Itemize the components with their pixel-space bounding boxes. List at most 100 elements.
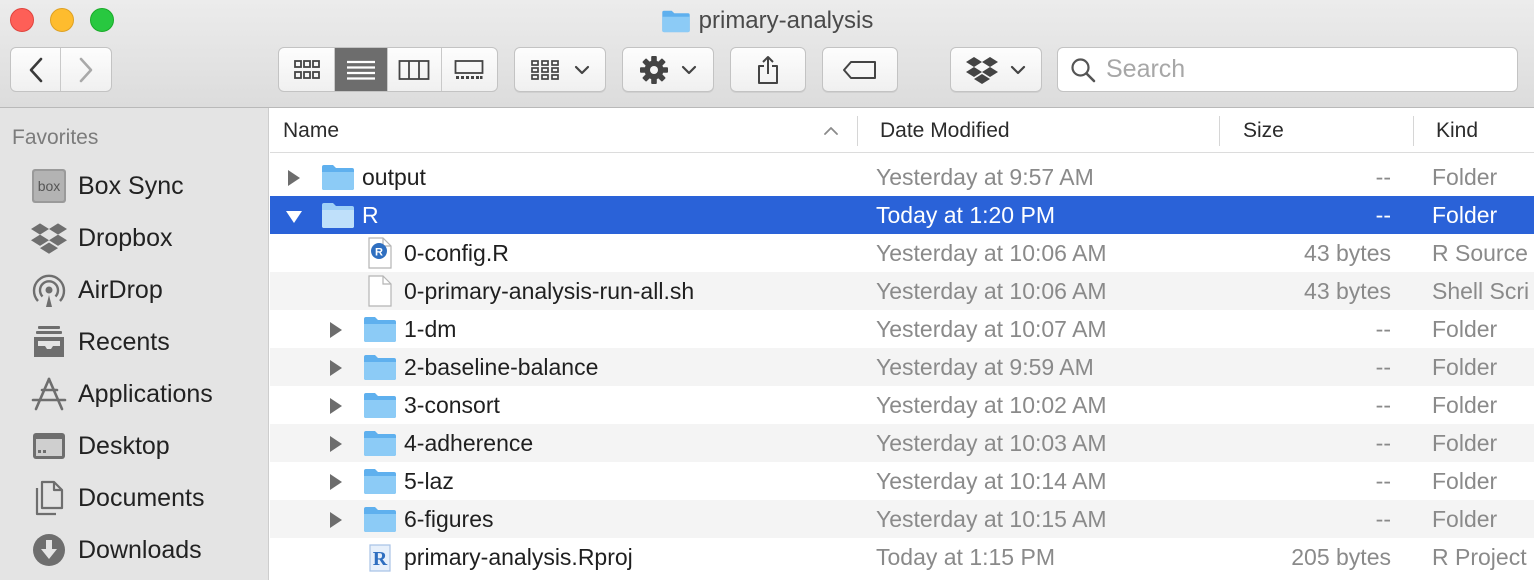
date-modified: Today at 1:15 PM xyxy=(876,544,1055,570)
tag-icon xyxy=(843,60,876,79)
sidebar-item-documents[interactable]: Documents xyxy=(0,472,268,524)
search-input[interactable] xyxy=(1106,55,1506,84)
chevron-down-icon xyxy=(681,65,697,74)
back-button[interactable] xyxy=(11,48,62,91)
tags-button[interactable] xyxy=(822,47,898,92)
disclosure-triangle-closed-icon[interactable] xyxy=(326,319,346,339)
date-modified: Yesterday at 9:59 AM xyxy=(876,354,1094,380)
file-size: 43 bytes xyxy=(1304,240,1391,266)
disclosure-triangle-closed-icon[interactable] xyxy=(326,433,346,453)
file-name: 4-adherence xyxy=(404,430,534,456)
column-header-name[interactable]: Name xyxy=(283,108,339,153)
action-menu-button[interactable] xyxy=(622,47,714,92)
folder-icon xyxy=(363,353,397,381)
share-icon xyxy=(758,55,778,84)
file-name: 3-consort xyxy=(404,392,500,418)
file-kind: Folder xyxy=(1432,392,1498,418)
desktop-icon xyxy=(27,426,71,466)
sidebar-item-recents[interactable]: Recents xyxy=(0,316,268,368)
folder-icon xyxy=(321,163,355,191)
file-size: 205 bytes xyxy=(1291,544,1391,570)
column-header-row: Name Date Modified Size Kind xyxy=(270,108,1534,153)
disclosure-triangle-closed-icon[interactable] xyxy=(326,509,346,529)
sidebar-item-label: Desktop xyxy=(78,431,170,460)
dropbox-menu-button[interactable] xyxy=(950,47,1042,92)
file-kind: Folder xyxy=(1432,354,1498,380)
file-kind: Folder xyxy=(1432,430,1498,456)
sort-ascending-icon xyxy=(824,127,838,135)
sidebar-item-desktop[interactable]: Desktop xyxy=(0,420,268,472)
disclosure-triangle-closed-icon[interactable] xyxy=(326,471,346,491)
date-modified: Yesterday at 10:02 AM xyxy=(876,392,1107,418)
disclosure-triangle-closed-icon[interactable] xyxy=(326,357,346,377)
sidebar-item-box-sync[interactable]: box Box Sync xyxy=(0,160,268,212)
folder-icon xyxy=(363,429,397,457)
folder-row[interactable]: 5-laz Yesterday at 10:14 AM -- Folder xyxy=(270,462,1534,500)
sidebar-item-applications[interactable]: Applications xyxy=(0,368,268,420)
folder-row[interactable]: 3-consort Yesterday at 10:02 AM -- Folder xyxy=(270,386,1534,424)
sidebar-item-airdrop[interactable]: AirDrop xyxy=(0,264,268,316)
window-title-text: primary-analysis xyxy=(698,7,874,34)
file-name: 2-baseline-balance xyxy=(404,354,599,380)
search-field[interactable] xyxy=(1057,47,1518,92)
file-name: 0-config.R xyxy=(404,240,509,266)
applications-icon xyxy=(27,374,71,414)
date-modified: Yesterday at 10:06 AM xyxy=(876,278,1107,304)
chevron-left-icon xyxy=(29,57,42,82)
file-row[interactable]: 0-primary-analysis-run-all.sh Yesterday a… xyxy=(270,272,1534,310)
sidebar-item-label: Documents xyxy=(78,483,205,512)
folder-row[interactable]: 6-figures Yesterday at 10:15 AM -- Folder xyxy=(270,500,1534,538)
column-view-button[interactable] xyxy=(388,48,442,91)
sidebar-item-downloads[interactable]: Downloads xyxy=(0,524,268,576)
sidebar-item-label: Box Sync xyxy=(78,171,184,200)
file-name: 0-primary-analysis-run-all.sh xyxy=(404,278,695,304)
downloads-icon xyxy=(27,530,71,570)
file-kind: R Project xyxy=(1432,544,1527,570)
column-divider[interactable] xyxy=(1219,116,1220,146)
folder-row[interactable]: 1-dm Yesterday at 10:07 AM -- Folder xyxy=(270,310,1534,348)
list-view-button[interactable] xyxy=(335,48,388,91)
folder-icon xyxy=(661,9,691,42)
list-view-icon xyxy=(347,60,376,80)
disclosure-triangle-closed-icon[interactable] xyxy=(284,167,304,187)
share-button[interactable] xyxy=(730,47,806,92)
sidebar-item-label: Dropbox xyxy=(78,223,173,252)
file-name: 6-figures xyxy=(404,506,494,532)
file-size: -- xyxy=(1375,468,1391,494)
dropbox-icon xyxy=(966,56,998,84)
folder-row[interactable]: R Today at 1:20 PM -- Folder xyxy=(270,196,1534,234)
folder-icon xyxy=(363,315,397,343)
icon-view-button[interactable] xyxy=(279,48,336,91)
window-toolbar: primary-analysis xyxy=(0,0,1534,108)
folder-row[interactable]: 2-baseline-balance Yesterday at 9:59 AM --… xyxy=(270,348,1534,386)
file-size: -- xyxy=(1375,506,1391,532)
column-header-date-modified[interactable]: Date Modified xyxy=(880,108,1010,153)
column-header-size[interactable]: Size xyxy=(1243,108,1284,153)
column-divider[interactable] xyxy=(1413,116,1414,146)
icon-view-icon xyxy=(293,59,320,79)
gallery-view-button[interactable] xyxy=(442,48,497,91)
file-size: -- xyxy=(1375,202,1391,228)
disclosure-triangle-closed-icon[interactable] xyxy=(326,395,346,415)
sidebar-item-label: AirDrop xyxy=(78,275,163,304)
file-name: 5-laz xyxy=(404,468,454,494)
file-row[interactable]: Rprimary-analysis.Rproj Today at 1:15 PM 2… xyxy=(270,538,1534,576)
disclosure-triangle-open-icon[interactable] xyxy=(284,205,304,225)
folder-row[interactable]: output Yesterday at 9:57 AM -- Folder xyxy=(270,158,1534,196)
file-kind: Folder xyxy=(1432,468,1498,494)
gear-icon xyxy=(640,55,668,84)
file-size: -- xyxy=(1375,392,1391,418)
group-by-button[interactable] xyxy=(514,47,606,92)
file-row[interactable]: R 0-config.R Yesterday at 10:06 AM 43 bytes… xyxy=(270,234,1534,272)
svg-text:R: R xyxy=(375,247,383,259)
folder-icon xyxy=(363,391,397,419)
forward-button[interactable] xyxy=(61,48,111,91)
sidebar-item-dropbox[interactable]: Dropbox xyxy=(0,212,268,264)
document-icon xyxy=(363,275,397,307)
column-header-kind[interactable]: Kind xyxy=(1436,108,1478,153)
file-name: primary-analysis.Rproj xyxy=(404,544,633,570)
column-divider[interactable] xyxy=(857,116,858,146)
documents-icon xyxy=(27,478,71,518)
file-name: 1-dm xyxy=(404,316,457,342)
folder-row[interactable]: 4-adherence Yesterday at 10:03 AM -- Folder xyxy=(270,424,1534,462)
